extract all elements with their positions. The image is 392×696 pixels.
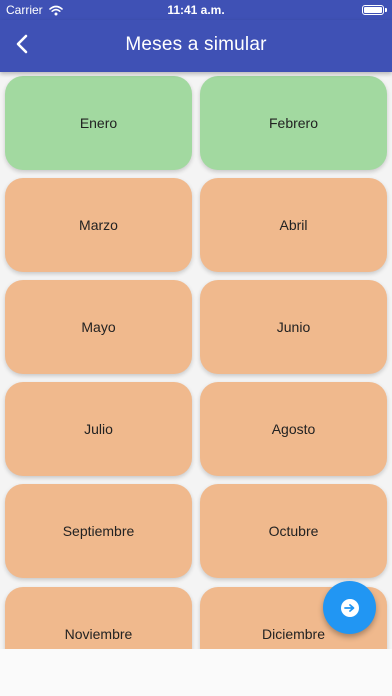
month-card-agosto[interactable]: Agosto <box>200 382 387 476</box>
page-title: Meses a simular <box>125 34 267 55</box>
app-bar: Meses a simular <box>0 20 392 72</box>
month-card-septiembre[interactable]: Septiembre <box>5 484 192 578</box>
month-label: Agosto <box>271 421 316 437</box>
month-label: Diciembre <box>261 626 325 642</box>
bottom-area <box>0 649 392 696</box>
month-label: Febrero <box>268 115 319 131</box>
status-bar: Carrier 11:41 a.m. <box>0 0 392 20</box>
month-card-mayo[interactable]: Mayo <box>5 280 192 374</box>
month-label: Abril <box>279 217 308 233</box>
month-label: Enero <box>79 115 118 131</box>
month-card-abril[interactable]: Abril <box>200 178 387 272</box>
month-card-marzo[interactable]: Marzo <box>5 178 192 272</box>
month-label: Noviembre <box>64 626 133 642</box>
month-label: Marzo <box>79 217 118 233</box>
month-label: Septiembre <box>62 523 135 539</box>
month-card-junio[interactable]: Junio <box>200 280 387 374</box>
arrow-right-circle-icon <box>340 598 359 617</box>
month-card-enero[interactable]: Enero <box>5 76 192 170</box>
battery-icon <box>362 5 387 15</box>
months-grid: Enero Febrero Marzo Abril Mayo Junio Jul… <box>0 72 392 649</box>
month-label: Julio <box>84 421 113 437</box>
month-card-octubre[interactable]: Octubre <box>200 484 387 578</box>
month-card-febrero[interactable]: Febrero <box>200 76 387 170</box>
clock: 11:41 a.m. <box>167 3 225 17</box>
month-card-julio[interactable]: Julio <box>5 382 192 476</box>
month-label: Octubre <box>268 523 319 539</box>
month-label: Mayo <box>81 319 116 335</box>
month-card-noviembre[interactable]: Noviembre <box>5 587 192 649</box>
month-label: Junio <box>276 319 311 335</box>
next-fab-button[interactable] <box>323 581 376 634</box>
